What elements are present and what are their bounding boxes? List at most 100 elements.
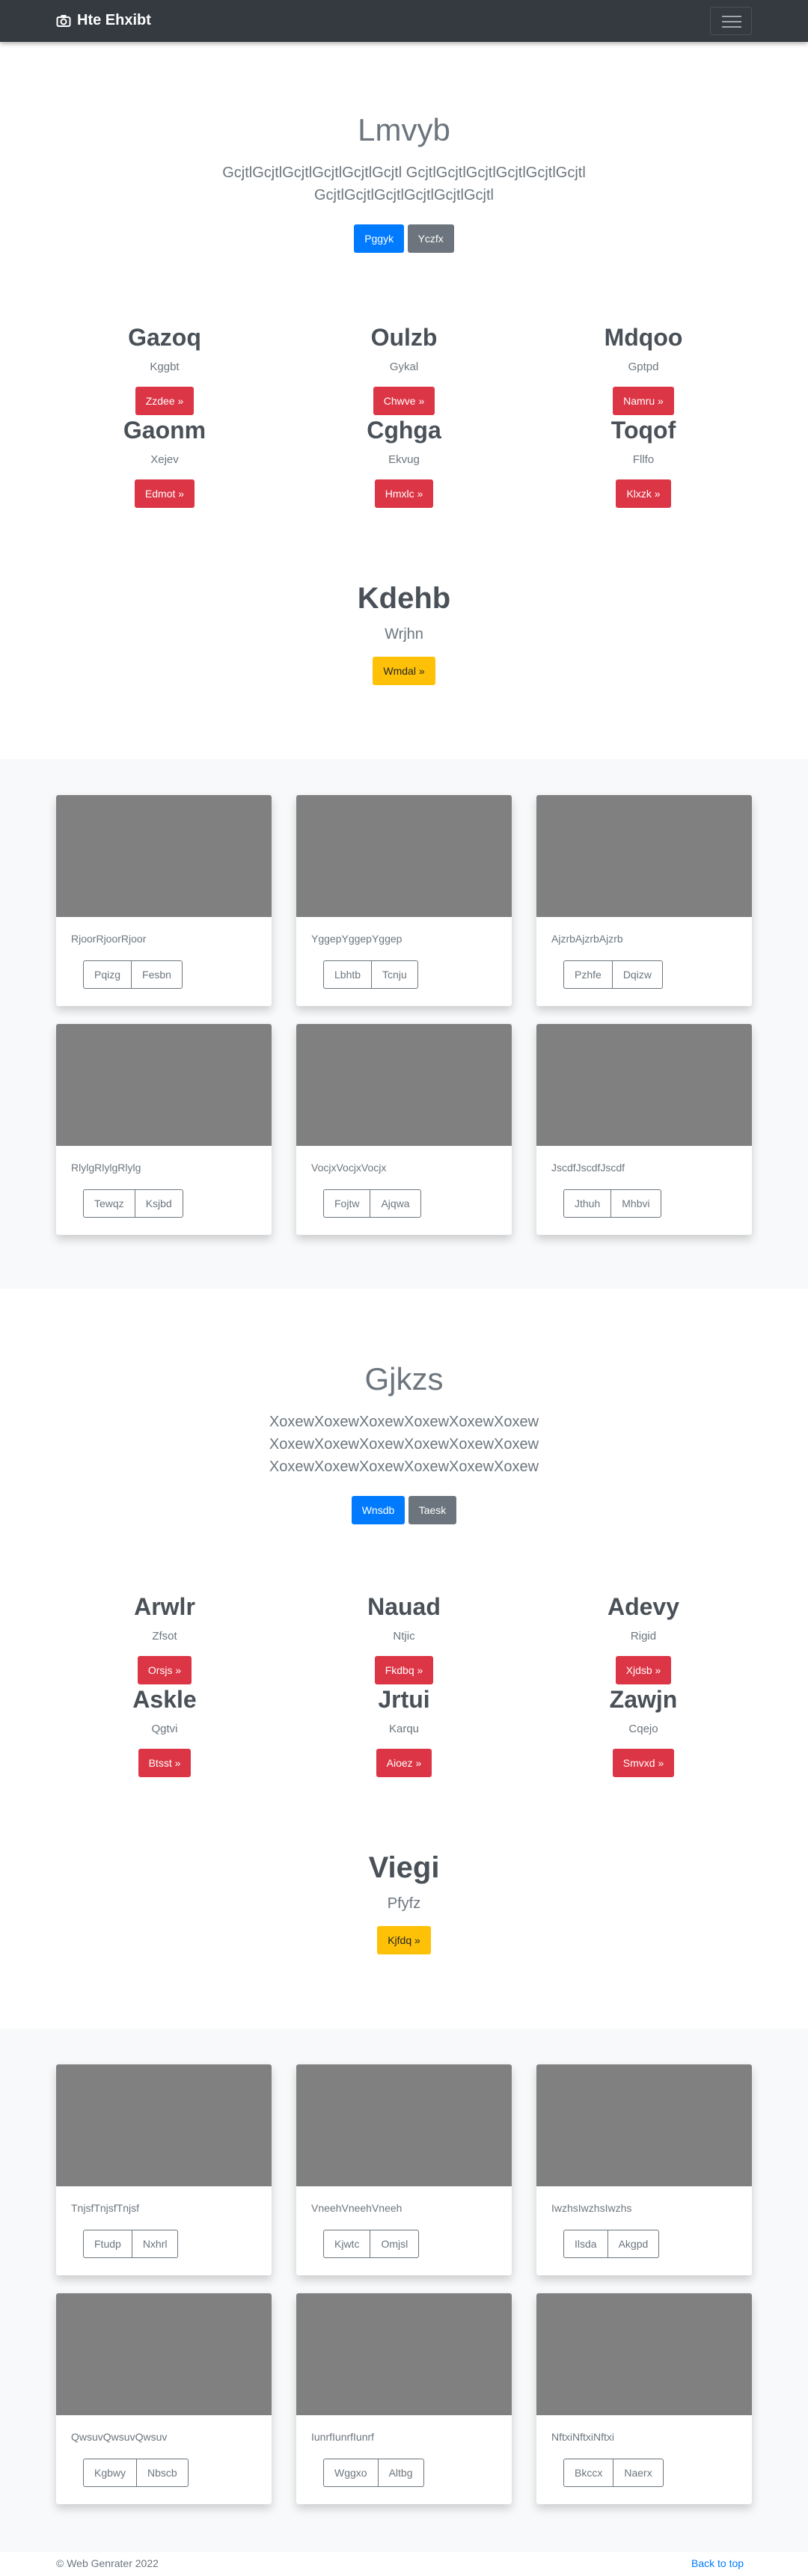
heading-title: Nauad (367, 1593, 441, 1620)
heading-subtitle: Gptpd (628, 361, 659, 373)
back-to-top-link[interactable]: Back to top (691, 2557, 744, 2569)
card-button-left[interactable]: Pqizg (83, 960, 132, 989)
album-card: AjzrbAjzrbAjzrb Pzhfe Dqizw (536, 795, 752, 1006)
card-button-right[interactable]: Dqizw (612, 960, 663, 989)
primary-button[interactable]: Wnsdb (351, 1496, 405, 1524)
heading-button[interactable]: Zzdee » (135, 387, 195, 415)
heading-button[interactable]: Fkdbq » (374, 1656, 434, 1684)
card-button-left[interactable]: Jthuh (563, 1189, 612, 1218)
heading-title: Toqof (610, 417, 676, 444)
card-button-right[interactable]: Ksjbd (135, 1189, 183, 1218)
heading-subtitle: Qgtvi (151, 1723, 178, 1735)
card-button-left[interactable]: Tewqz (83, 1189, 135, 1218)
heading-col: Askle Qgtvi Btsst » (60, 1686, 269, 1777)
card-thumbnail (56, 2293, 272, 2415)
heading-col: Zawjn Cqejo Smvxd » (539, 1686, 748, 1777)
heading-title: Arwlr (134, 1593, 195, 1620)
feature-button[interactable]: Wmdal » (373, 657, 435, 685)
card-button-left[interactable]: Kjwtc (323, 2230, 371, 2258)
feature-subtitle: Pfyfz (387, 1895, 421, 1912)
feature-title: Kdehb (357, 582, 451, 615)
card-button-right[interactable]: Mhbvi (611, 1189, 661, 1218)
card-button-left[interactable]: Bkccx (563, 2459, 614, 2487)
card-text: NftxiNftxiNftxi (551, 2431, 614, 2443)
feature-subtitle: Wrjhn (385, 626, 423, 643)
brand-link[interactable]: Hte Ehxibt (56, 12, 151, 29)
heading-button[interactable]: Xjdsb » (615, 1656, 672, 1684)
card-button-left[interactable]: Wggxo (323, 2459, 379, 2487)
card-text: TnjsfTnjsfTnjsf (71, 2202, 140, 2214)
heading-button[interactable]: Smvxd » (612, 1749, 675, 1777)
card-thumbnail (296, 2293, 512, 2415)
album-card: YggepYggepYggep Lbhtb Tcnju (296, 795, 512, 1006)
jumbotron-2: Gjkzs XoxewXoxewXoxewXoxewXoxewXoxew Xox… (0, 1361, 808, 1524)
heading-subtitle: Gykal (389, 361, 419, 373)
heading-title: Gaonm (123, 417, 206, 444)
card-button-right[interactable]: Naerx (613, 2459, 664, 2487)
card-text: AjzrbAjzrbAjzrb (551, 933, 623, 945)
card-thumbnail (296, 1024, 512, 1146)
heading-button[interactable]: Orsjs » (137, 1656, 192, 1684)
jumbotron: Lmvyb GcjtlGcjtlGcjtlGcjtlGcjtlGcjtl Gcj… (0, 112, 808, 253)
secondary-button[interactable]: Taesk (408, 1496, 457, 1524)
heading-col: Mdqoo Gptpd Namru » (539, 324, 748, 415)
card-thumbnail (296, 795, 512, 917)
card-text: RlylgRlylgRlylg (71, 1162, 141, 1174)
heading-subtitle: Zfsot (152, 1630, 177, 1643)
card-button-left[interactable]: Lbhtb (323, 960, 373, 989)
feature-button[interactable]: Kjfdq » (377, 1926, 431, 1954)
album-card: JscdfJscdfJscdf Jthuh Mhbvi (536, 1024, 752, 1235)
album-card: NftxiNftxiNftxi Bkccx Naerx (536, 2293, 752, 2504)
card-button-right[interactable]: Tcnju (372, 960, 418, 989)
heading-button[interactable]: Klxzk » (616, 479, 671, 508)
card-button-left[interactable]: Fojtw (323, 1189, 371, 1218)
heading-button[interactable]: Aioez » (376, 1749, 432, 1777)
heading-col: Arwlr Zfsot Orsjs » (60, 1593, 269, 1684)
card-button-right[interactable]: Altbg (378, 2459, 424, 2487)
card-button-right[interactable]: Fesbn (132, 960, 183, 989)
jumbotron-lead-2: GcjtlGcjtlGcjtlGcjtlGcjtlGcjtl (314, 187, 494, 203)
heading-button[interactable]: Btsst » (138, 1749, 192, 1777)
card-button-right[interactable]: Akgpd (607, 2230, 660, 2258)
card-button-right[interactable]: Nbscb (137, 2459, 189, 2487)
card-button-right[interactable]: Ajqwa (370, 1189, 421, 1218)
footer: © Web Genrater 2022 Back to top (0, 2554, 808, 2576)
heading-col: Gazoq Kggbt Zzdee » (60, 324, 269, 415)
hamburger-icon (722, 16, 741, 17)
jumbotron-title: Gjkzs (364, 1361, 444, 1396)
heading-subtitle: Ekvug (388, 453, 420, 466)
heading-button[interactable]: Edmot » (134, 479, 195, 508)
card-button-left[interactable]: Kgbwy (83, 2459, 138, 2487)
heading-button[interactable]: Hmxlc » (374, 479, 434, 508)
album-card: RlylgRlylgRlylg Tewqz Ksjbd (56, 1024, 272, 1235)
heading-subtitle: Kggbt (150, 361, 180, 373)
secondary-button[interactable]: Yczfx (407, 224, 454, 253)
jumbotron-lead: GcjtlGcjtlGcjtlGcjtlGcjtlGcjtl GcjtlGcjt… (222, 165, 586, 181)
camera-icon (56, 14, 71, 27)
heading-button[interactable]: Namru » (613, 387, 674, 415)
heading-col: Adevy Rigid Xjdsb » (539, 1593, 748, 1684)
card-thumbnail (536, 795, 752, 917)
brand-name: Hte Ehxibt (77, 12, 151, 28)
album-card: VocjxVocjxVocjx Fojtw Ajqwa (296, 1024, 512, 1235)
heading-col: Cghga Ekvug Hmxlc » (299, 417, 509, 508)
card-button-left[interactable]: Ilsda (563, 2230, 608, 2258)
card-button-left[interactable]: Ftudp (83, 2230, 132, 2258)
heading-title: Jrtui (378, 1686, 430, 1713)
primary-button[interactable]: Pggyk (354, 224, 405, 253)
heading-subtitle: Rigid (630, 1630, 657, 1643)
feature-title: Viegi (368, 1851, 440, 1884)
heading-button[interactable]: Chwve » (373, 387, 435, 415)
menu-toggle-button[interactable] (710, 7, 752, 35)
card-text: VneehVneehVneeh (311, 2202, 403, 2214)
album-card: VneehVneehVneeh Kjwtc Omjsl (296, 2064, 512, 2275)
heading-col: Nauad Ntjic Fkdbq » (299, 1593, 509, 1684)
card-button-right[interactable]: Omjsl (370, 2230, 420, 2258)
card-text: JscdfJscdfJscdf (551, 1162, 625, 1174)
heading-title: Oulzb (370, 324, 438, 351)
feature-section: Kdehb Wrjhn Wmdal » (0, 582, 808, 685)
card-button-right[interactable]: Nxhrl (132, 2230, 179, 2258)
card-button-left[interactable]: Pzhfe (563, 960, 613, 989)
heading-title: Cghga (367, 417, 441, 444)
card-thumbnail (536, 2293, 752, 2415)
